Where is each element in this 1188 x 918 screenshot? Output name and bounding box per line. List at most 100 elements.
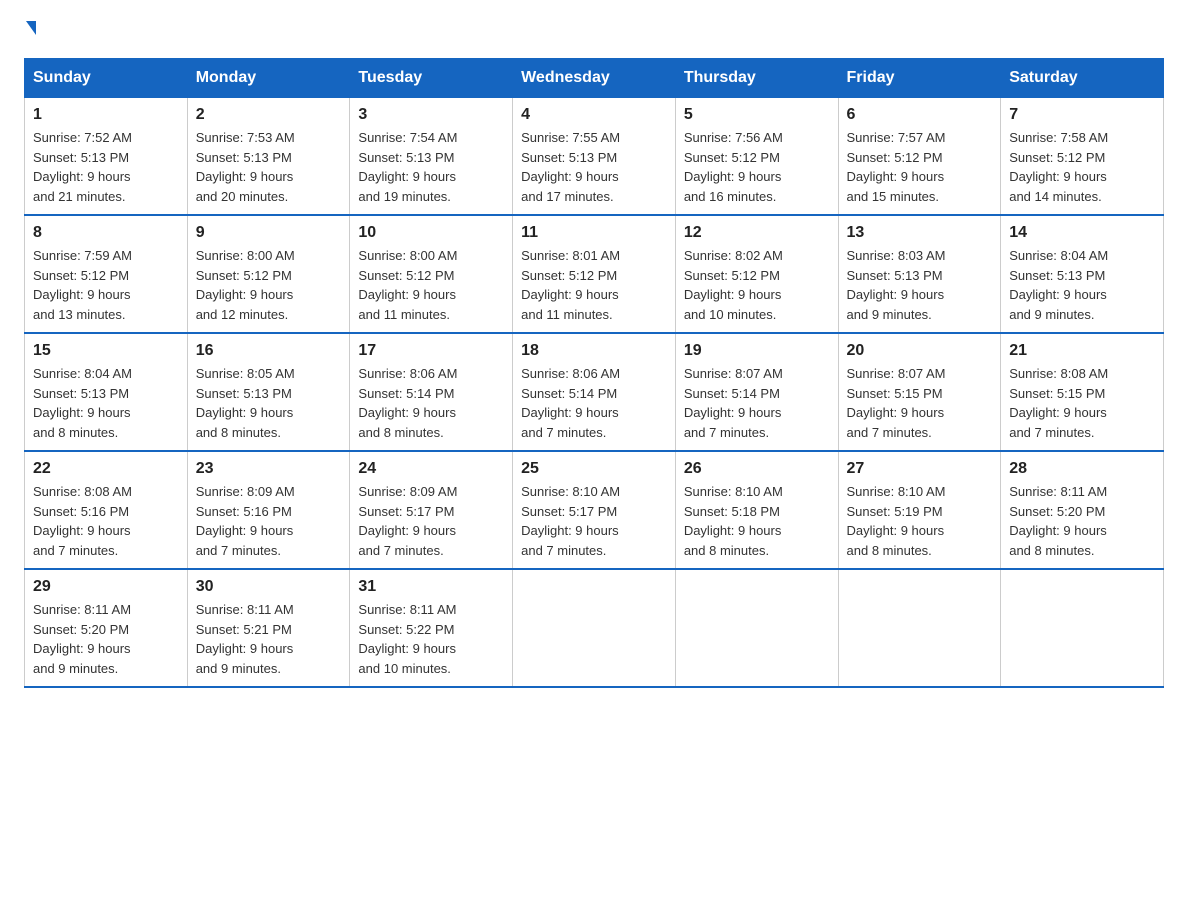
day-number: 2 — [196, 106, 342, 124]
day-number: 15 — [33, 342, 179, 360]
day-info: Sunrise: 8:06 AMSunset: 5:14 PMDaylight:… — [521, 366, 620, 440]
day-cell: 31 Sunrise: 8:11 AMSunset: 5:22 PMDayligh… — [350, 569, 513, 687]
day-number: 12 — [684, 224, 830, 242]
day-number: 28 — [1009, 460, 1155, 478]
day-info: Sunrise: 7:59 AMSunset: 5:12 PMDaylight:… — [33, 248, 132, 322]
day-number: 5 — [684, 106, 830, 124]
day-cell: 11 Sunrise: 8:01 AMSunset: 5:12 PMDayligh… — [513, 215, 676, 333]
day-number: 18 — [521, 342, 667, 360]
header-cell-monday: Monday — [187, 59, 350, 98]
day-cell: 22 Sunrise: 8:08 AMSunset: 5:16 PMDayligh… — [25, 451, 188, 569]
day-info: Sunrise: 8:00 AMSunset: 5:12 PMDaylight:… — [196, 248, 295, 322]
logo-triangle-icon — [26, 21, 36, 35]
day-cell: 23 Sunrise: 8:09 AMSunset: 5:16 PMDayligh… — [187, 451, 350, 569]
day-cell: 19 Sunrise: 8:07 AMSunset: 5:14 PMDayligh… — [675, 333, 838, 451]
day-number: 13 — [847, 224, 993, 242]
day-number: 21 — [1009, 342, 1155, 360]
day-number: 24 — [358, 460, 504, 478]
day-info: Sunrise: 8:08 AMSunset: 5:15 PMDaylight:… — [1009, 366, 1108, 440]
day-number: 4 — [521, 106, 667, 124]
day-cell: 14 Sunrise: 8:04 AMSunset: 5:13 PMDayligh… — [1001, 215, 1164, 333]
day-info: Sunrise: 7:57 AMSunset: 5:12 PMDaylight:… — [847, 130, 946, 204]
day-info: Sunrise: 7:54 AMSunset: 5:13 PMDaylight:… — [358, 130, 457, 204]
day-number: 23 — [196, 460, 342, 478]
day-info: Sunrise: 8:11 AMSunset: 5:20 PMDaylight:… — [1009, 484, 1107, 558]
day-cell: 1Sunrise: 7:52 AMSunset: 5:13 PMDaylight… — [25, 98, 188, 216]
day-number: 6 — [847, 106, 993, 124]
day-cell: 13 Sunrise: 8:03 AMSunset: 5:13 PMDayligh… — [838, 215, 1001, 333]
day-cell: 8 Sunrise: 7:59 AMSunset: 5:12 PMDaylight… — [25, 215, 188, 333]
day-cell: 21 Sunrise: 8:08 AMSunset: 5:15 PMDayligh… — [1001, 333, 1164, 451]
day-info: Sunrise: 7:56 AMSunset: 5:12 PMDaylight:… — [684, 130, 783, 204]
day-cell: 20 Sunrise: 8:07 AMSunset: 5:15 PMDayligh… — [838, 333, 1001, 451]
day-cell: 7Sunrise: 7:58 AMSunset: 5:12 PMDaylight… — [1001, 98, 1164, 216]
day-number: 9 — [196, 224, 342, 242]
day-cell: 4Sunrise: 7:55 AMSunset: 5:13 PMDaylight… — [513, 98, 676, 216]
day-number: 19 — [684, 342, 830, 360]
day-info: Sunrise: 7:58 AMSunset: 5:12 PMDaylight:… — [1009, 130, 1108, 204]
day-info: Sunrise: 8:10 AMSunset: 5:18 PMDaylight:… — [684, 484, 783, 558]
day-info: Sunrise: 8:10 AMSunset: 5:19 PMDaylight:… — [847, 484, 946, 558]
day-number: 3 — [358, 106, 504, 124]
week-row-4: 22 Sunrise: 8:08 AMSunset: 5:16 PMDayligh… — [25, 451, 1164, 569]
day-info: Sunrise: 8:04 AMSunset: 5:13 PMDaylight:… — [1009, 248, 1108, 322]
calendar-header: SundayMondayTuesdayWednesdayThursdayFrid… — [25, 59, 1164, 98]
day-info: Sunrise: 8:09 AMSunset: 5:17 PMDaylight:… — [358, 484, 457, 558]
day-cell: 6 Sunrise: 7:57 AMSunset: 5:12 PMDaylight… — [838, 98, 1001, 216]
day-info: Sunrise: 8:06 AMSunset: 5:14 PMDaylight:… — [358, 366, 457, 440]
day-cell: 27 Sunrise: 8:10 AMSunset: 5:19 PMDayligh… — [838, 451, 1001, 569]
day-cell: 25Sunrise: 8:10 AMSunset: 5:17 PMDayligh… — [513, 451, 676, 569]
day-info: Sunrise: 8:01 AMSunset: 5:12 PMDaylight:… — [521, 248, 620, 322]
day-info: Sunrise: 8:09 AMSunset: 5:16 PMDaylight:… — [196, 484, 295, 558]
week-row-1: 1Sunrise: 7:52 AMSunset: 5:13 PMDaylight… — [25, 98, 1164, 216]
day-cell: 17 Sunrise: 8:06 AMSunset: 5:14 PMDayligh… — [350, 333, 513, 451]
day-number: 11 — [521, 224, 667, 242]
day-cell: 16Sunrise: 8:05 AMSunset: 5:13 PMDayligh… — [187, 333, 350, 451]
day-cell: 10Sunrise: 8:00 AMSunset: 5:12 PMDayligh… — [350, 215, 513, 333]
day-cell: 18 Sunrise: 8:06 AMSunset: 5:14 PMDayligh… — [513, 333, 676, 451]
day-number: 8 — [33, 224, 179, 242]
day-info: Sunrise: 8:04 AMSunset: 5:13 PMDaylight:… — [33, 366, 132, 440]
day-info: Sunrise: 8:00 AMSunset: 5:12 PMDaylight:… — [358, 248, 457, 322]
day-number: 31 — [358, 578, 504, 596]
day-number: 30 — [196, 578, 342, 596]
day-info: Sunrise: 8:07 AMSunset: 5:14 PMDaylight:… — [684, 366, 783, 440]
day-cell: 12 Sunrise: 8:02 AMSunset: 5:12 PMDayligh… — [675, 215, 838, 333]
day-info: Sunrise: 8:07 AMSunset: 5:15 PMDaylight:… — [847, 366, 946, 440]
day-cell: 15 Sunrise: 8:04 AMSunset: 5:13 PMDayligh… — [25, 333, 188, 451]
header-cell-tuesday: Tuesday — [350, 59, 513, 98]
logo — [24, 24, 36, 38]
day-cell: 9 Sunrise: 8:00 AMSunset: 5:12 PMDaylight… — [187, 215, 350, 333]
page-header — [24, 24, 1164, 38]
day-info: Sunrise: 8:03 AMSunset: 5:13 PMDaylight:… — [847, 248, 946, 322]
day-info: Sunrise: 8:11 AMSunset: 5:22 PMDaylight:… — [358, 602, 456, 676]
day-info: Sunrise: 8:05 AMSunset: 5:13 PMDaylight:… — [196, 366, 295, 440]
day-info: Sunrise: 8:10 AMSunset: 5:17 PMDaylight:… — [521, 484, 620, 558]
day-cell: 30 Sunrise: 8:11 AMSunset: 5:21 PMDayligh… — [187, 569, 350, 687]
day-cell: 5 Sunrise: 7:56 AMSunset: 5:12 PMDaylight… — [675, 98, 838, 216]
day-info: Sunrise: 8:11 AMSunset: 5:21 PMDaylight:… — [196, 602, 294, 676]
day-cell — [1001, 569, 1164, 687]
day-cell: 2 Sunrise: 7:53 AMSunset: 5:13 PMDaylight… — [187, 98, 350, 216]
day-cell — [838, 569, 1001, 687]
day-info: Sunrise: 8:02 AMSunset: 5:12 PMDaylight:… — [684, 248, 783, 322]
day-cell: 29Sunrise: 8:11 AMSunset: 5:20 PMDayligh… — [25, 569, 188, 687]
header-cell-wednesday: Wednesday — [513, 59, 676, 98]
week-row-2: 8 Sunrise: 7:59 AMSunset: 5:12 PMDaylight… — [25, 215, 1164, 333]
day-cell — [513, 569, 676, 687]
week-row-5: 29Sunrise: 8:11 AMSunset: 5:20 PMDayligh… — [25, 569, 1164, 687]
day-number: 1 — [33, 106, 179, 124]
header-cell-saturday: Saturday — [1001, 59, 1164, 98]
day-info: Sunrise: 8:11 AMSunset: 5:20 PMDaylight:… — [33, 602, 131, 676]
day-number: 17 — [358, 342, 504, 360]
calendar-table: SundayMondayTuesdayWednesdayThursdayFrid… — [24, 58, 1164, 688]
day-number: 27 — [847, 460, 993, 478]
day-number: 20 — [847, 342, 993, 360]
day-cell: 3 Sunrise: 7:54 AMSunset: 5:13 PMDaylight… — [350, 98, 513, 216]
day-info: Sunrise: 8:08 AMSunset: 5:16 PMDaylight:… — [33, 484, 132, 558]
day-number: 22 — [33, 460, 179, 478]
day-number: 14 — [1009, 224, 1155, 242]
day-info: Sunrise: 7:53 AMSunset: 5:13 PMDaylight:… — [196, 130, 295, 204]
header-cell-sunday: Sunday — [25, 59, 188, 98]
header-cell-thursday: Thursday — [675, 59, 838, 98]
